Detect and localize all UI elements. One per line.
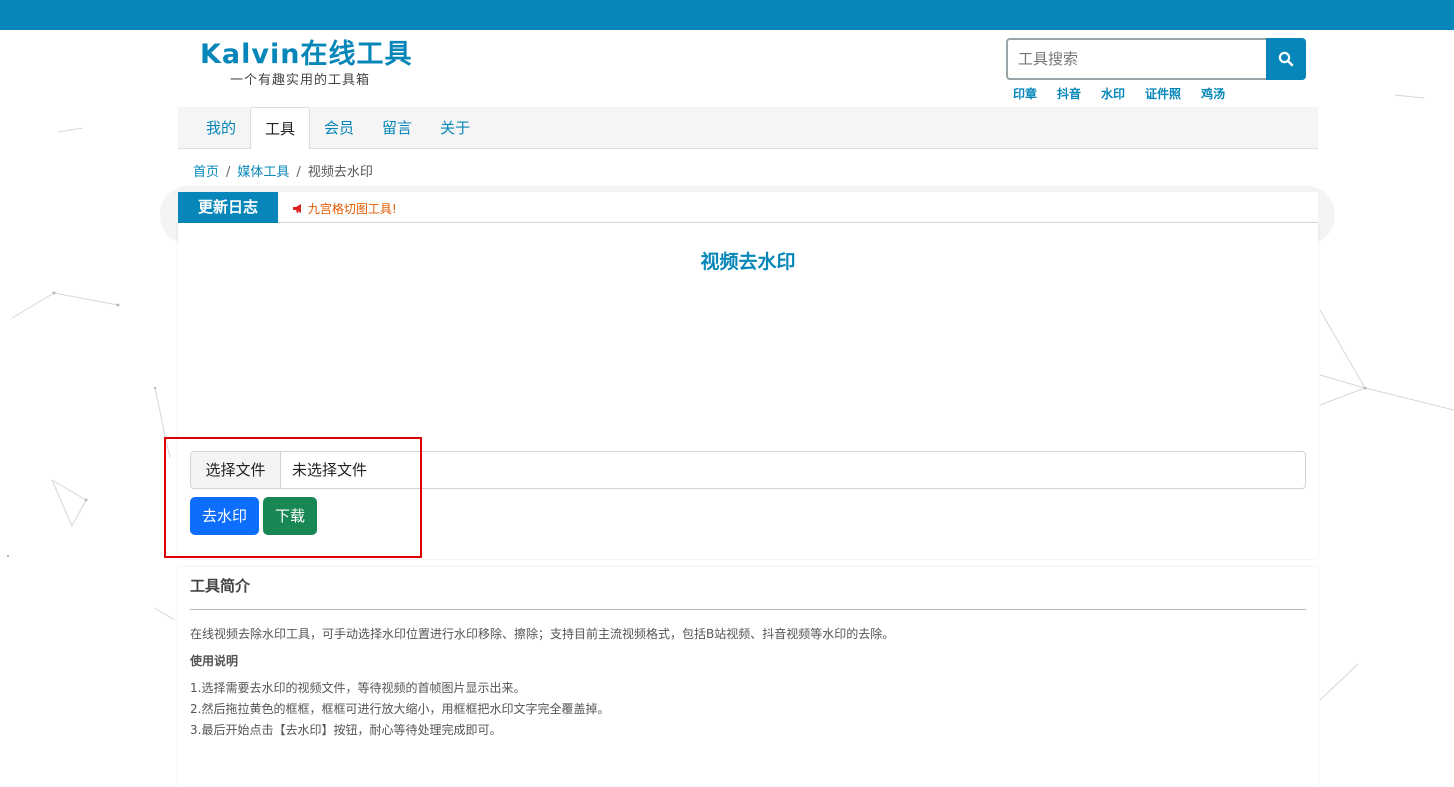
quick-links: 印章 抖音 水印 证件照 鸡汤 xyxy=(1013,85,1245,102)
tool-intro: 工具简介 在线视频去除水印工具，可手动选择水印位置进行水印移除、擦除；支持目前主… xyxy=(178,567,1318,787)
quicklink-douyin[interactable]: 抖音 xyxy=(1057,85,1081,102)
nav-item-messages[interactable]: 留言 xyxy=(368,107,426,149)
top-bar xyxy=(0,0,1454,30)
breadcrumb-category[interactable]: 媒体工具 xyxy=(237,165,289,180)
logo-subtitle: 一个有趣实用的工具箱 xyxy=(230,73,371,88)
search-bar xyxy=(1006,38,1306,80)
usage-step: 3.最后开始点击【去水印】按钮，耐心等待处理完成即可。 xyxy=(190,723,502,737)
search-input[interactable] xyxy=(1006,38,1266,80)
megaphone-icon xyxy=(293,204,301,213)
notice-link[interactable]: 九宫格切图工具! xyxy=(292,200,397,217)
tool-panel: 视频去水印 选择文件 未选择文件 去水印 下载 xyxy=(164,223,1318,559)
breadcrumb-separator: / xyxy=(296,165,301,180)
nav-item-mine[interactable]: 我的 xyxy=(192,107,250,149)
usage-heading: 使用说明 xyxy=(190,654,239,668)
logo-title: Kalvin在线工具 xyxy=(200,39,413,70)
breadcrumb: 首页 / 媒体工具 / 视频去水印 xyxy=(193,161,373,180)
search-button[interactable] xyxy=(1266,38,1306,80)
usage-step: 1.选择需要去水印的视频文件，等待视频的首帧图片显示出来。 xyxy=(190,681,526,695)
update-notice-bar: 更新日志 九宫格切图工具! xyxy=(178,192,1318,223)
quicklink-seal[interactable]: 印章 xyxy=(1013,85,1037,102)
quicklink-watermark[interactable]: 水印 xyxy=(1101,85,1125,102)
breadcrumb-current: 视频去水印 xyxy=(307,165,373,180)
site-logo[interactable]: Kalvin在线工具 一个有趣实用的工具箱 xyxy=(200,38,430,98)
quicklink-quotes[interactable]: 鸡汤 xyxy=(1201,85,1225,102)
tool-title: 视频去水印 xyxy=(700,251,796,273)
intro-description: 在线视频去除水印工具，可手动选择水印位置进行水印移除、擦除；支持目前主流视频格式… xyxy=(190,627,895,641)
notice-text: 九宫格切图工具! xyxy=(307,202,397,216)
nav-item-membership[interactable]: 会员 xyxy=(310,107,368,149)
changelog-tag[interactable]: 更新日志 xyxy=(178,192,278,223)
usage-step: 2.然后拖拉黄色的框框，框框可进行放大缩小，用框框把水印文字完全覆盖掉。 xyxy=(190,702,610,716)
nav-item-tools[interactable]: 工具 xyxy=(250,107,311,150)
highlight-box xyxy=(164,437,422,558)
breadcrumb-separator: / xyxy=(226,165,231,180)
intro-title: 工具简介 xyxy=(190,567,1306,610)
nav-item-about[interactable]: 关于 xyxy=(426,107,484,149)
search-icon xyxy=(1278,51,1294,67)
quicklink-id-photo[interactable]: 证件照 xyxy=(1145,85,1181,102)
main-nav: 我的 工具 会员 留言 关于 xyxy=(178,107,1318,150)
breadcrumb-home[interactable]: 首页 xyxy=(193,165,219,180)
